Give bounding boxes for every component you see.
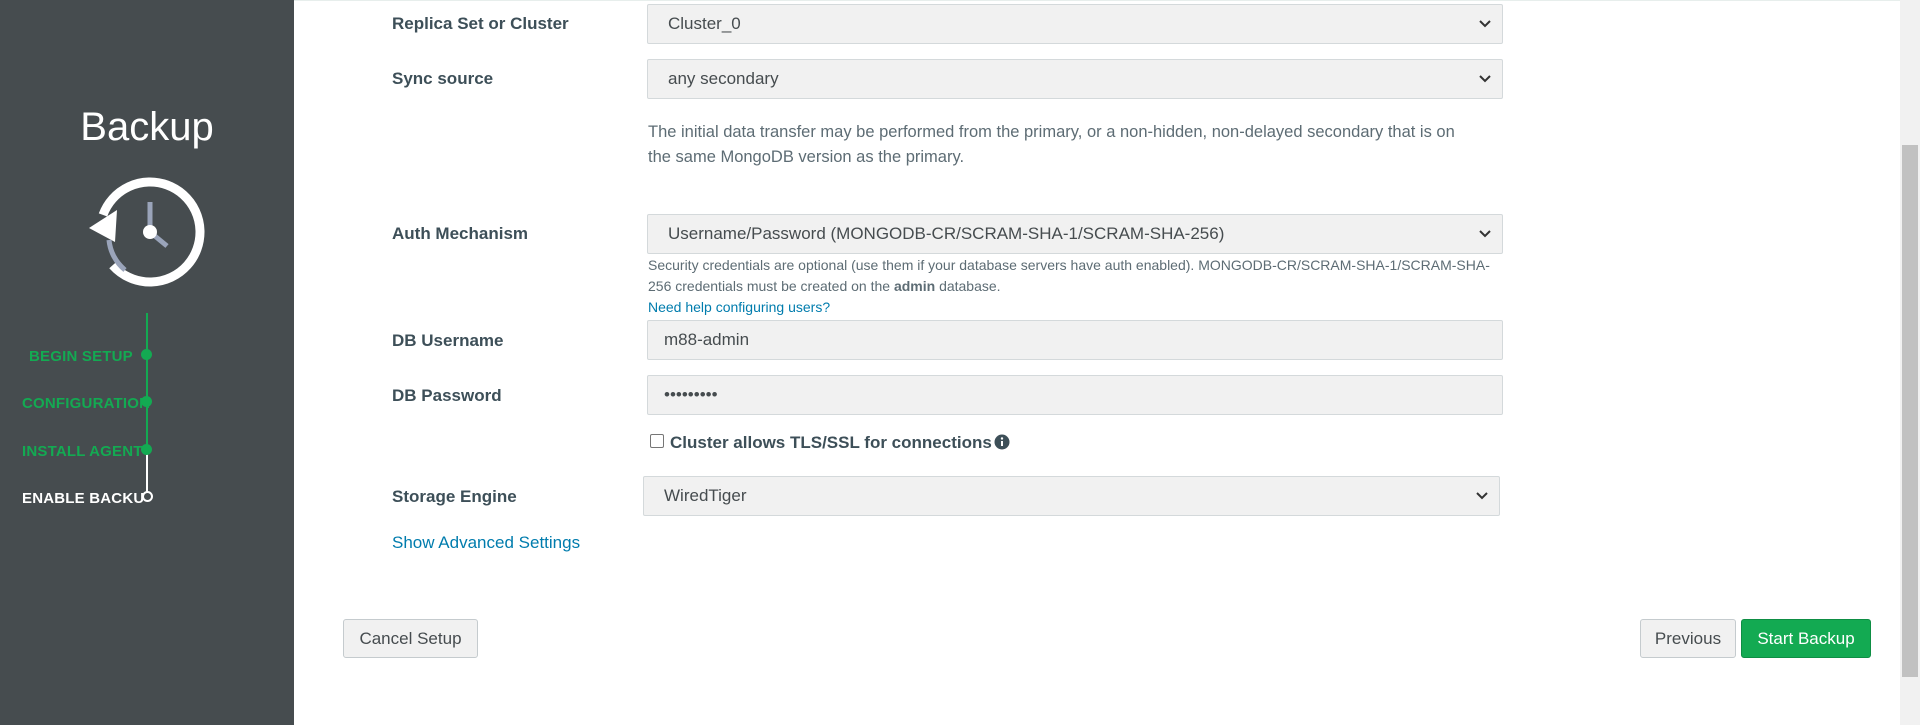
sidebar-title: Backup	[80, 105, 214, 149]
progress-line	[146, 313, 148, 450]
auth-mechanism-value: Username/Password (MONGODB-CR/SCRAM-SHA-…	[668, 224, 1225, 243]
show-advanced-settings-link[interactable]: Show Advanced Settings	[392, 533, 580, 553]
step-dot-begin-setup	[141, 349, 152, 360]
step-dot-configuration	[141, 396, 152, 407]
auth-help-bold: admin	[893, 278, 936, 294]
step-dot-install-agent	[141, 444, 152, 455]
cancel-setup-button[interactable]: Cancel Setup	[343, 619, 478, 658]
chevron-down-icon	[1476, 492, 1488, 500]
chevron-down-icon	[1479, 75, 1491, 83]
sync-source-select[interactable]: any secondary	[647, 59, 1503, 99]
password-label: DB Password	[392, 386, 502, 405]
username-label: DB Username	[392, 331, 504, 350]
tls-label: Cluster allows TLS/SSL for connections	[670, 433, 992, 452]
auth-mechanism-select[interactable]: Username/Password (MONGODB-CR/SCRAM-SHA-…	[647, 214, 1503, 254]
sidebar: Backup BEGIN SETUP CONFIGURATION INSTALL…	[0, 0, 294, 725]
chevron-down-icon	[1479, 20, 1491, 28]
sync-label: Sync source	[392, 69, 494, 88]
replica-select[interactable]: Cluster_0	[647, 4, 1503, 44]
backup-history-clock-icon	[89, 177, 205, 287]
chevron-down-icon	[1479, 230, 1491, 238]
scrollbar[interactable]	[1900, 0, 1920, 725]
scrollbar-thumb[interactable]	[1902, 145, 1918, 677]
username-input[interactable]: m88-admin	[647, 320, 1503, 360]
tls-checkbox[interactable]	[650, 434, 664, 448]
replica-label: Replica Set or Cluster	[392, 14, 569, 33]
step-enable-backup: ENABLE BACKUP	[22, 490, 145, 507]
auth-label: Auth Mechanism	[392, 224, 529, 243]
start-backup-button[interactable]: Start Backup	[1741, 619, 1871, 658]
previous-button[interactable]: Previous	[1640, 619, 1736, 658]
info-icon[interactable]	[994, 434, 1010, 450]
storage-engine-value: WiredTiger	[664, 486, 747, 505]
auth-help-text: Security credentials are optional (use t…	[648, 257, 1490, 294]
storage-engine-select[interactable]: WiredTiger	[643, 476, 1500, 516]
storage-engine-label: Storage Engine	[392, 487, 517, 506]
sync-source-value: any secondary	[668, 69, 779, 88]
auth-help: Security credentials are optional (use t…	[648, 255, 1508, 318]
step-dot-enable-backup	[142, 491, 153, 502]
help-configuring-users-link[interactable]: Need help configuring users?	[648, 299, 830, 315]
sync-source-help: The initial data transfer may be perform…	[648, 123, 1455, 166]
password-input[interactable]: •••••••••	[647, 375, 1503, 415]
auth-help-text-end: database.	[939, 278, 1001, 294]
replica-select-value: Cluster_0	[668, 14, 741, 33]
top-divider	[294, 0, 1900, 1]
